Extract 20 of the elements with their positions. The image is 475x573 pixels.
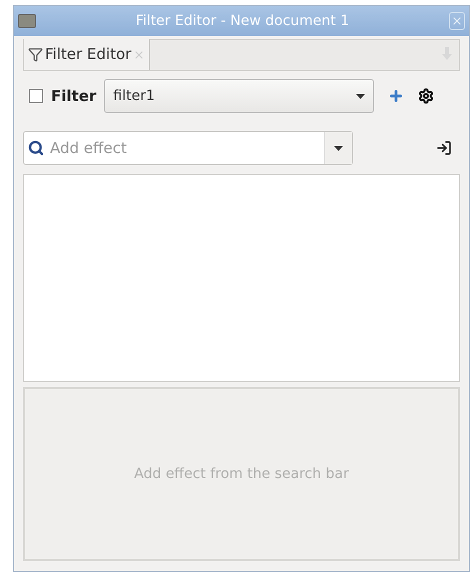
settings-icon[interactable] — [418, 88, 434, 104]
tab-label: Filter Editor — [45, 44, 132, 66]
dropdown-arrow-icon — [334, 146, 343, 150]
window-title: Filter Editor - New document 1 — [134, 12, 350, 30]
filter-checkbox[interactable] — [29, 89, 43, 103]
search-input[interactable]: Add effect — [50, 136, 324, 160]
tab[interactable]: Filter Editor — [24, 39, 150, 70]
add-icon[interactable] — [388, 88, 404, 104]
filter-dropdown[interactable]: filter1 — [104, 79, 374, 113]
search-icon — [28, 140, 44, 156]
funnel-icon — [28, 47, 43, 62]
close-button[interactable] — [449, 12, 465, 30]
insert-icon[interactable] — [436, 140, 452, 156]
empty-message: Add effect from the search bar — [134, 464, 349, 484]
close-icon — [451, 15, 463, 27]
search-field[interactable]: Add effect — [23, 131, 353, 165]
search-dropdown-button[interactable] — [324, 132, 352, 164]
dropdown-arrow-icon — [356, 94, 366, 98]
filter-value: filter1 — [113, 86, 156, 106]
filter-label: Filter — [51, 86, 96, 107]
